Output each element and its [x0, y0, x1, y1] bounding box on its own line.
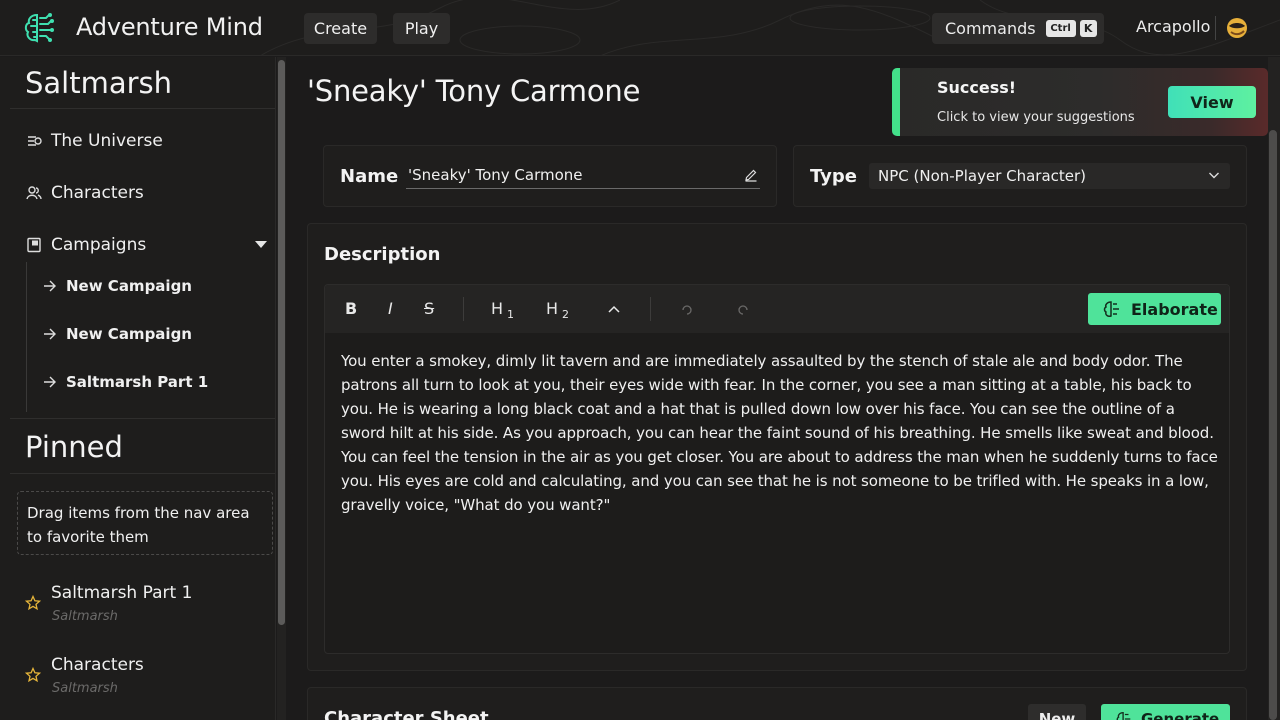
arrow-right-icon [44, 328, 56, 340]
characters-icon [25, 184, 43, 202]
user-avatar-icon[interactable] [1224, 15, 1250, 41]
view-suggestions-button[interactable]: View [1168, 86, 1256, 118]
generate-label: Generate [1141, 710, 1220, 720]
divider [10, 473, 275, 474]
pinned-item-title: Characters [51, 655, 144, 675]
pinned-item-subtitle: Saltmarsh [52, 609, 118, 624]
star-icon[interactable] [25, 595, 41, 611]
sidebar-item-label: Campaigns [51, 235, 147, 255]
ai-brain-icon [1116, 712, 1131, 720]
pinned-item-subtitle: Saltmarsh [52, 681, 118, 696]
description-text[interactable]: You enter a smokey, dimly lit tavern and… [341, 349, 1221, 517]
heading-1-label: H [491, 299, 504, 318]
heading-2-level: 2 [562, 308, 570, 322]
brain-circuit-logo-icon[interactable] [22, 11, 56, 45]
sidebar-item-label: The Universe [51, 131, 163, 151]
undo-icon[interactable] [680, 303, 694, 317]
strikethrough-button[interactable]: S [424, 299, 434, 318]
bold-button[interactable]: B [345, 299, 357, 318]
campaign-item-label: New Campaign [66, 325, 192, 343]
create-button[interactable]: Create [304, 13, 377, 44]
redo-icon[interactable] [736, 303, 750, 317]
sidebar-item-universe[interactable]: The Universe [25, 127, 163, 155]
success-toast[interactable]: Success! Click to view your suggestions … [892, 68, 1268, 136]
campaigns-collapse-caret-icon[interactable] [255, 241, 267, 248]
italic-button[interactable]: I [388, 299, 393, 318]
chevron-down-icon [1209, 172, 1219, 179]
toolbar-divider [463, 297, 464, 321]
world-title[interactable]: Saltmarsh [25, 66, 172, 100]
name-label: Name [340, 166, 399, 187]
elaborate-label: Elaborate [1131, 299, 1218, 319]
elaborate-button[interactable]: Elaborate [1088, 293, 1221, 325]
arrow-right-icon [44, 280, 56, 292]
heading-2-button[interactable]: H2 [546, 299, 569, 321]
campaign-book-icon [25, 236, 43, 254]
divider [10, 108, 275, 109]
pinned-item-title: Saltmarsh Part 1 [51, 583, 193, 603]
heading-2-label: H [546, 299, 559, 318]
generate-button[interactable]: Generate [1101, 704, 1230, 720]
top-bar: Adventure Mind Create Play Commands Ctrl… [0, 0, 1280, 56]
ai-brain-icon [1103, 301, 1119, 317]
heading-1-button[interactable]: H1 [491, 299, 514, 321]
user-name[interactable]: Arcapollo [1136, 17, 1210, 36]
sidebar-item-campaigns[interactable]: Campaigns [25, 231, 146, 259]
commands-button[interactable]: Commands Ctrl K [932, 13, 1104, 44]
page-title: 'Sneaky' Tony Carmone [307, 74, 641, 108]
pinned-title: Pinned [25, 430, 123, 464]
name-input[interactable]: 'Sneaky' Tony Carmone [406, 163, 760, 189]
toolbar-divider [650, 297, 651, 321]
star-icon[interactable] [25, 667, 41, 683]
user-divider [1215, 16, 1216, 40]
campaign-item-label: New Campaign [66, 277, 192, 295]
heading-1-level: 1 [507, 308, 515, 322]
character-sheet-title: Character Sheet [324, 708, 489, 720]
sidebar-scrollbar-thumb[interactable] [278, 60, 285, 625]
chevron-up-icon[interactable] [607, 304, 621, 314]
type-select[interactable]: NPC (Non-Player Character) [869, 163, 1230, 189]
divider [10, 418, 275, 419]
type-label: Type [810, 166, 857, 187]
campaign-item[interactable]: New Campaign [43, 274, 192, 298]
toast-message: Click to view your suggestions [937, 110, 1135, 125]
play-button[interactable]: Play [393, 13, 450, 44]
description-editor[interactable]: B I S H1 H2 Elaborate You enter a smokey… [324, 284, 1230, 654]
campaign-item-label: Saltmarsh Part 1 [66, 373, 209, 391]
universe-icon [25, 132, 43, 150]
sidebar-item-label: Characters [51, 183, 144, 203]
sidebar-item-characters[interactable]: Characters [25, 179, 144, 207]
toast-title: Success! [937, 78, 1017, 97]
commands-label: Commands [945, 19, 1036, 38]
tree-guide-line [26, 262, 27, 412]
campaign-item[interactable]: New Campaign [43, 322, 192, 346]
k-key-badge: K [1079, 20, 1097, 37]
app-title[interactable]: Adventure Mind [76, 13, 263, 41]
editor-toolbar: B I S H1 H2 Elaborate [325, 285, 1229, 333]
toast-accent-bar [892, 68, 900, 136]
new-sheet-button[interactable]: New [1028, 704, 1086, 720]
campaign-item[interactable]: Saltmarsh Part 1 [43, 370, 208, 394]
ctrl-key-badge: Ctrl [1045, 20, 1076, 37]
arrow-right-icon [44, 376, 56, 388]
description-label: Description [324, 244, 441, 265]
pencil-edit-icon[interactable] [744, 168, 758, 182]
pinned-drop-zone[interactable]: Drag items from the nav area to favorite… [17, 491, 273, 555]
main-scrollbar-thumb[interactable] [1269, 130, 1277, 720]
